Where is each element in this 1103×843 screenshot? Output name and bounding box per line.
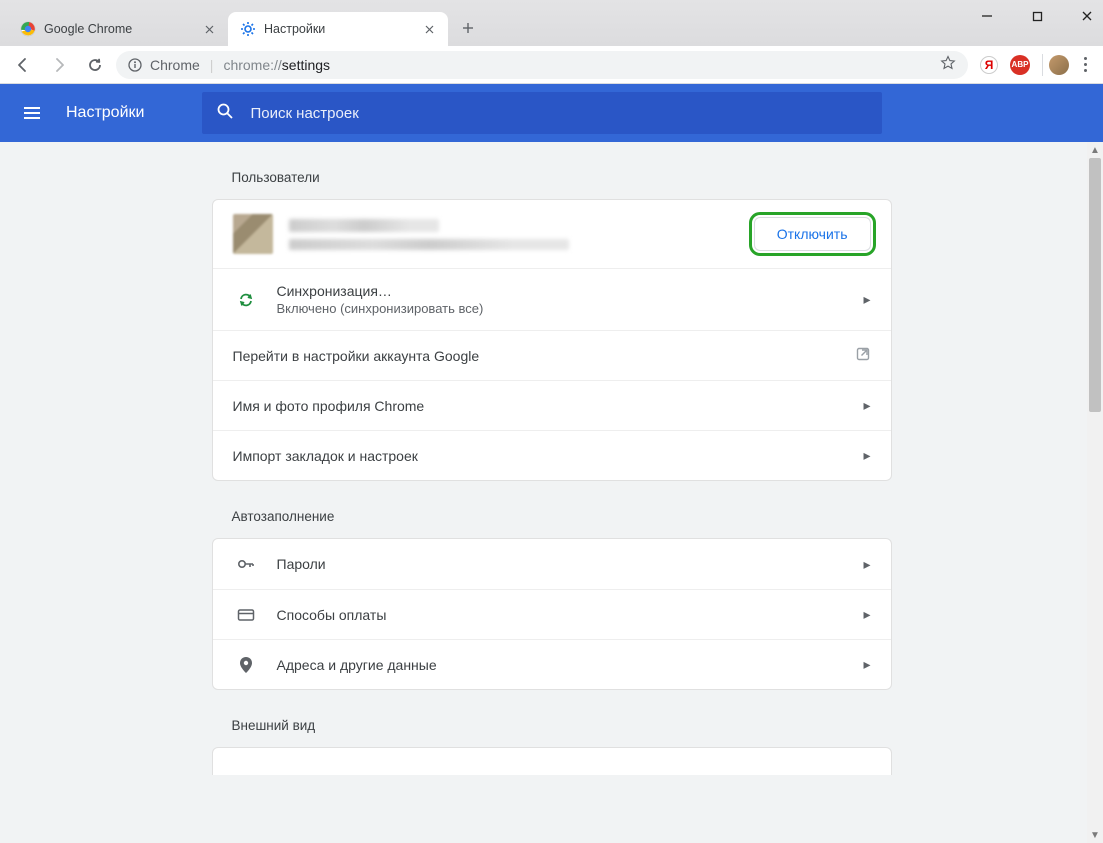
location-icon [233,655,259,675]
disconnect-button[interactable]: Отключить [754,217,871,251]
tab-title: Настройки [264,22,414,36]
chevron-right-icon: ▸ [863,556,870,573]
page-title: Настройки [66,104,144,122]
account-identity [289,219,738,250]
chevron-right-icon: ▸ [863,397,870,414]
payments-row[interactable]: Способы оплаты ▸ [213,589,891,639]
window-controls [977,0,1097,36]
row-label: Перейти в настройки аккаунта Google [233,348,837,364]
close-icon[interactable] [202,22,216,36]
row-label: Имя и фото профиля Chrome [233,398,846,414]
adblock-icon[interactable]: ABP [1010,55,1030,75]
address-path: settings [282,57,330,73]
credit-card-icon [233,605,259,625]
secure-label: Chrome [150,57,200,73]
window-maximize-button[interactable] [1027,6,1047,26]
search-input[interactable] [248,104,868,123]
addresses-row[interactable]: Адреса и другие данные ▸ [213,639,891,689]
profile-name-row[interactable]: Имя и фото профиля Chrome ▸ [213,380,891,430]
toolbar: Chrome | chrome://settings Я ABP [0,46,1103,84]
reload-button[interactable] [80,50,110,80]
chrome-icon [20,21,36,37]
row-label: Пароли [277,556,846,572]
row-label: Способы оплаты [277,607,846,623]
tab-inactive[interactable]: Google Chrome [8,12,228,46]
appearance-card [212,747,892,775]
section-title-autofill: Автозаполнение [212,509,892,524]
google-account-row[interactable]: Перейти в настройки аккаунта Google [213,330,891,380]
gear-icon [240,21,256,37]
row-label: Импорт закладок и настроек [233,448,846,464]
chevron-right-icon: ▸ [863,656,870,673]
site-info-icon[interactable]: Chrome [128,57,200,73]
autofill-card: Пароли ▸ Способы оплаты ▸ Адреса и други… [212,538,892,690]
browser-window: Google Chrome Настройки [0,0,1103,843]
tab-active[interactable]: Настройки [228,12,448,46]
users-card: Отключить Синхронизация… Включено (синхр… [212,199,892,481]
star-icon[interactable] [940,55,956,74]
import-bookmarks-row[interactable]: Импорт закладок и настроек ▸ [213,430,891,480]
tab-title: Google Chrome [44,22,194,36]
window-close-button[interactable] [1077,6,1097,26]
scroll-down-icon[interactable]: ▼ [1087,827,1103,843]
scroll-thumb[interactable] [1089,158,1101,412]
scroll-up-icon[interactable]: ▲ [1087,142,1103,158]
extension-icons: Я ABP [974,55,1036,75]
hamburger-menu-button[interactable] [14,95,50,131]
search-icon [216,102,234,125]
scrollbar[interactable]: ▲ ▼ [1087,142,1103,843]
window-minimize-button[interactable] [977,6,997,26]
section-title-users: Пользователи [212,170,892,185]
address-bar[interactable]: Chrome | chrome://settings [116,51,968,79]
tabstrip: Google Chrome Настройки [0,0,1103,46]
sync-title: Синхронизация… [277,283,846,299]
sync-icon [233,291,259,309]
chevron-right-icon: ▸ [863,291,870,308]
account-avatar [233,214,273,254]
sync-subtitle: Включено (синхронизировать все) [277,301,846,316]
account-row: Отключить [213,200,891,268]
chevron-right-icon: ▸ [863,447,870,464]
chevron-right-icon: ▸ [863,606,870,623]
search-container [202,92,882,134]
kebab-menu-button[interactable] [1075,55,1095,75]
section-title-appearance: Внешний вид [212,718,892,733]
sync-row[interactable]: Синхронизация… Включено (синхронизироват… [213,268,891,330]
passwords-row[interactable]: Пароли ▸ [213,539,891,589]
content-area: Пользователи Отключить Синхронизация… [0,142,1103,843]
key-icon [233,554,259,574]
row-label: Адреса и другие данные [277,657,846,673]
settings-header: Настройки [0,84,1103,142]
open-external-icon [855,346,871,365]
back-button[interactable] [8,50,38,80]
forward-button[interactable] [44,50,74,80]
close-icon[interactable] [422,22,436,36]
profile-avatar[interactable] [1049,55,1069,75]
new-tab-button[interactable] [454,14,482,42]
address-scheme: chrome:// [223,57,281,73]
yandex-icon[interactable]: Я [980,56,998,74]
